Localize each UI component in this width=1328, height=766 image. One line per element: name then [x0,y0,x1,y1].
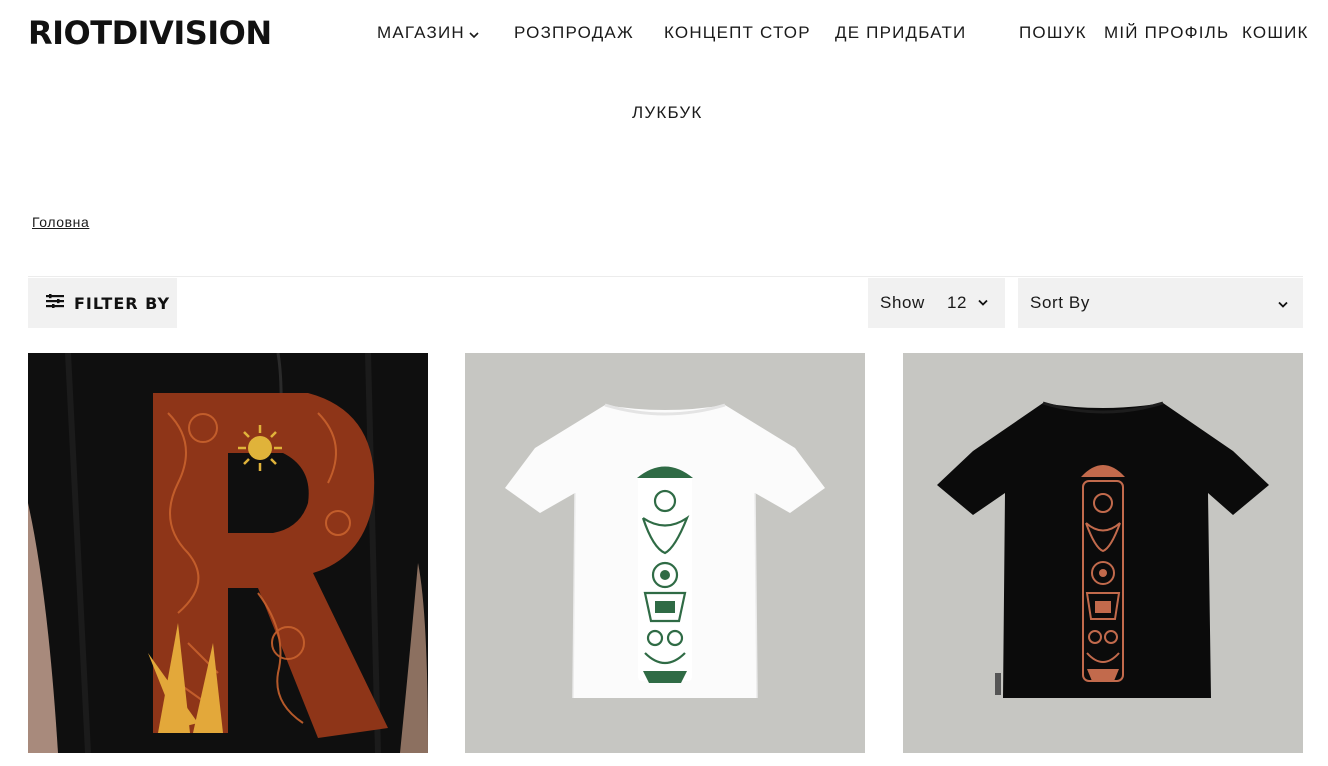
chevron-down-icon [469,23,479,45]
sort-by-label: Sort By [1030,293,1090,312]
nav-where-to-buy[interactable]: ДЕ ПРИДБАТИ [835,22,966,44]
toolbar-divider [28,276,1303,277]
chevron-down-icon [977,294,989,312]
chevron-down-icon [1277,296,1289,314]
nav-concept-store[interactable]: КОНЦЕПТ СТОР [664,22,811,44]
nav-search[interactable]: ПОШУК [1019,22,1087,44]
breadcrumb-home[interactable]: Головна [32,213,89,231]
nav-cart[interactable]: КОШИК [1242,22,1309,44]
product-card[interactable] [903,353,1303,753]
nav-lookbook[interactable]: ЛУКБУК [632,102,703,124]
show-value: 12 [946,293,968,312]
filter-by-label: FILTER BY [74,293,171,313]
product-card[interactable] [465,353,865,753]
product-image [903,353,1303,753]
filter-by-button[interactable]: FILTER BY [28,278,177,328]
product-image [28,353,428,753]
filter-lines-icon [46,293,64,313]
nav-shop-label: МАГАЗИН [377,23,465,42]
product-card[interactable] [28,353,428,753]
sort-by-select[interactable]: Sort By [1018,278,1303,328]
nav-profile[interactable]: МІЙ ПРОФІЛЬ [1104,22,1229,44]
nav-sale[interactable]: РОЗПРОДАЖ [514,22,634,44]
nav-shop[interactable]: МАГАЗИН [377,22,479,45]
product-image [465,353,865,753]
site-logo[interactable]: RIOTDIVISION [28,14,272,52]
show-count-select[interactable]: Show 12 [868,278,1005,328]
show-label: Show [880,293,925,312]
